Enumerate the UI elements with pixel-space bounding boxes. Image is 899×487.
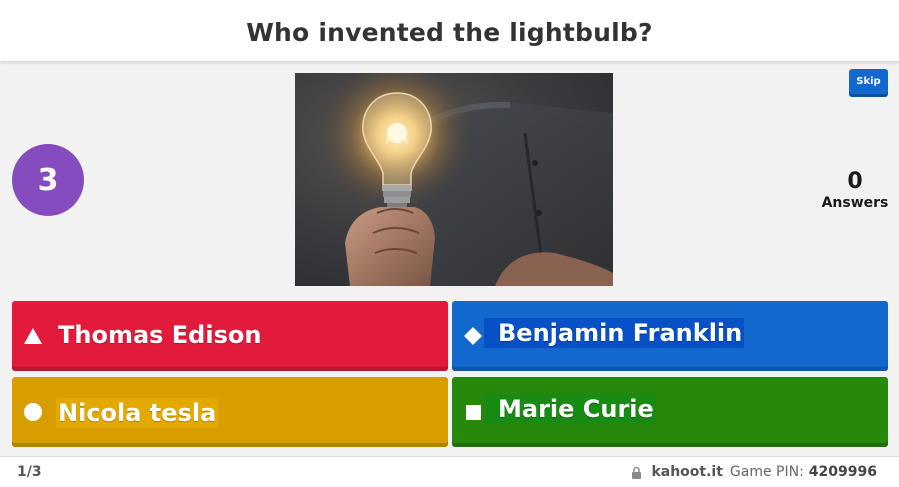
countdown-timer: 3 xyxy=(12,144,84,216)
question-title: Who invented the lightbulb? xyxy=(246,18,653,47)
question-header: Who invented the lightbulb? xyxy=(0,0,899,61)
game-pin-value: 4209996 xyxy=(808,464,877,480)
answer-option-diamond[interactable]: Benjamin Franklin xyxy=(452,301,888,371)
game-info: kahoot.it Game PIN: 4209996 xyxy=(631,464,877,480)
diamond-icon xyxy=(462,325,484,347)
answer-text: Thomas Edison xyxy=(58,321,262,349)
skip-button[interactable]: Skip xyxy=(849,69,888,97)
lock-icon xyxy=(631,466,642,479)
answers-label: Answers xyxy=(821,195,889,211)
answer-option-square[interactable]: Marie Curie xyxy=(452,377,888,447)
answers-count: 0 xyxy=(847,169,863,194)
timer-value: 3 xyxy=(37,162,59,198)
answer-text: Benjamin Franklin xyxy=(484,318,745,348)
footer-bar: 1/3 kahoot.it Game PIN: 4209996 xyxy=(0,456,899,487)
circle-icon xyxy=(22,401,44,423)
square-icon xyxy=(462,401,484,423)
question-progress: 1/3 xyxy=(17,464,42,480)
triangle-icon xyxy=(22,325,44,347)
answer-option-circle[interactable]: Nicola tesla xyxy=(12,377,448,447)
answers-counter: 0 Answers xyxy=(815,170,895,212)
answer-option-triangle[interactable]: Thomas Edison xyxy=(12,301,448,371)
site-name: kahoot.it xyxy=(651,464,723,480)
answer-text: Nicola tesla xyxy=(56,398,219,428)
question-image xyxy=(295,73,613,286)
answer-text: Marie Curie xyxy=(484,394,656,424)
lightbulb-in-hand-photo xyxy=(295,73,613,286)
game-pin-label: Game PIN: xyxy=(729,464,804,480)
